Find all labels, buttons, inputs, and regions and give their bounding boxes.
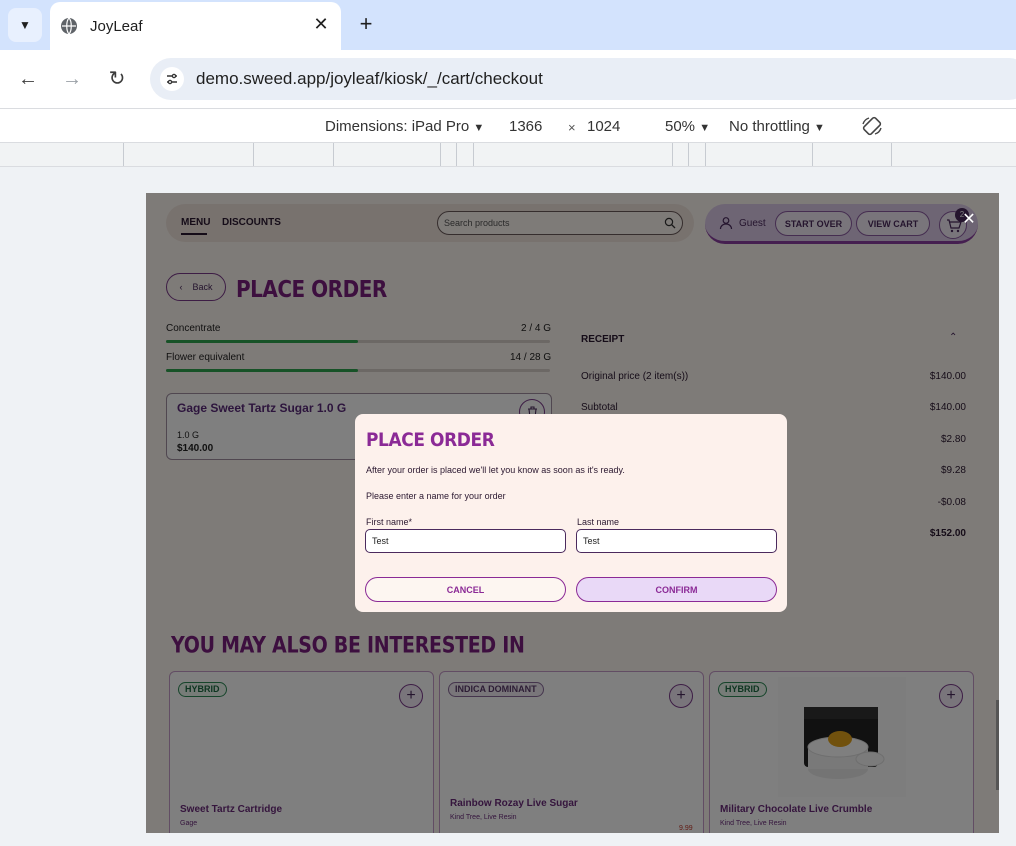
plus-icon[interactable]: + bbox=[354, 12, 378, 36]
close-icon[interactable]: ✕ bbox=[961, 212, 977, 228]
tab-search-button[interactable]: ▼ bbox=[8, 8, 42, 42]
first-name-label: First name* bbox=[366, 517, 413, 527]
throttling-select[interactable]: No throttling ▼ bbox=[729, 118, 825, 135]
site-settings-icon[interactable] bbox=[160, 67, 184, 91]
confirm-button[interactable]: CONFIRM bbox=[576, 577, 777, 602]
modal-title: PLACE ORDER bbox=[366, 429, 495, 452]
tab-title: JoyLeaf bbox=[90, 18, 143, 35]
chevron-down-icon: ▼ bbox=[19, 18, 31, 32]
page-scrollbar[interactable] bbox=[996, 700, 999, 790]
place-order-modal: PLACE ORDER After your order is placed w… bbox=[355, 414, 787, 612]
device-width-input[interactable]: 1366 bbox=[509, 118, 542, 135]
device-frame: MENU DISCOUNTS Search products Guest STA… bbox=[146, 193, 999, 833]
browser-tab[interactable]: JoyLeaf ✕ bbox=[50, 2, 341, 50]
address-bar[interactable]: demo.sweed.app/joyleaf/kiosk/_/cart/chec… bbox=[150, 58, 1016, 100]
last-name-field[interactable]: Test bbox=[576, 529, 777, 553]
forward-arrow-icon[interactable]: → bbox=[60, 67, 84, 91]
media-query-ruler bbox=[0, 142, 1016, 167]
dropdown-caret-icon: ▼ bbox=[814, 122, 825, 134]
device-height-input[interactable]: 1024 bbox=[587, 118, 620, 135]
close-icon[interactable]: ✕ bbox=[311, 14, 331, 34]
zoom-select[interactable]: 50% ▼ bbox=[665, 118, 710, 135]
globe-icon bbox=[61, 17, 77, 35]
dropdown-caret-icon: ▼ bbox=[699, 122, 711, 134]
url-text: demo.sweed.app/joyleaf/kiosk/_/cart/chec… bbox=[196, 69, 543, 88]
reload-icon[interactable]: ↻ bbox=[105, 67, 129, 91]
back-arrow-icon[interactable]: ← bbox=[16, 67, 40, 91]
modal-instruction: Please enter a name for your order bbox=[366, 491, 506, 501]
device-dimensions-select[interactable]: Dimensions: iPad Pro ▼ bbox=[325, 118, 484, 135]
tab-strip: ▼ JoyLeaf ✕ + bbox=[0, 0, 1016, 50]
rotate-icon[interactable] bbox=[860, 114, 884, 138]
first-name-field[interactable]: Test bbox=[365, 529, 566, 553]
dimension-times: × bbox=[568, 120, 576, 135]
last-name-label: Last name bbox=[577, 517, 620, 527]
browser-toolbar: ← → ↻ demo.sweed.app/joyleaf/kiosk/_/car… bbox=[0, 50, 1016, 108]
modal-description: After your order is placed we'll let you… bbox=[366, 465, 625, 475]
dropdown-caret-icon: ▼ bbox=[473, 122, 485, 134]
device-toolbar: Dimensions: iPad Pro ▼ 1366 × 1024 50% ▼… bbox=[0, 108, 1016, 142]
cancel-button[interactable]: CANCEL bbox=[365, 577, 566, 602]
